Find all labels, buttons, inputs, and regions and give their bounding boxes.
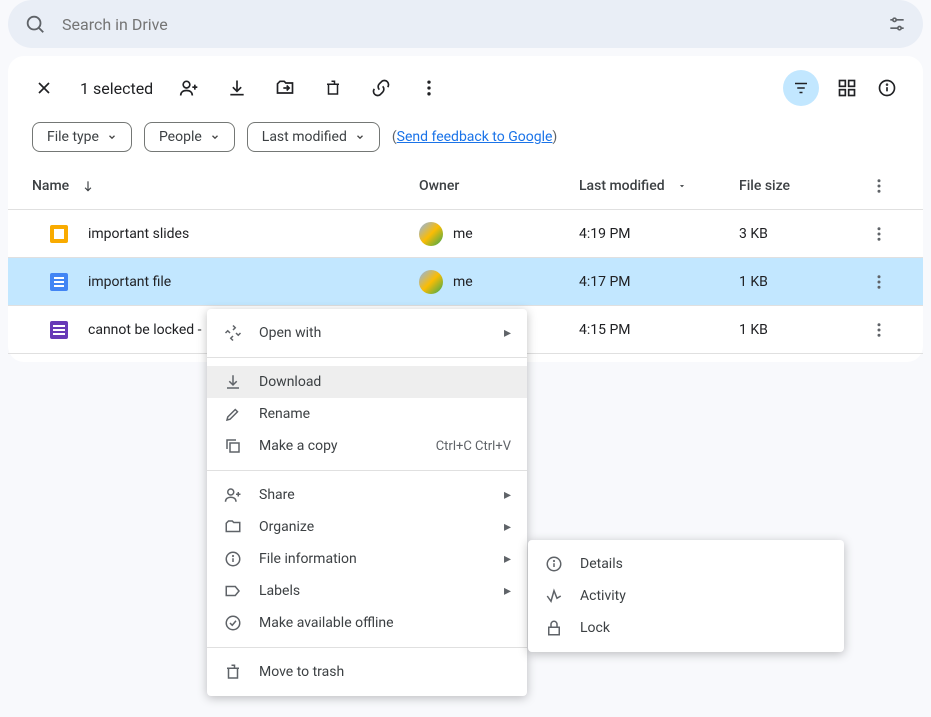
info-icon	[544, 554, 564, 574]
info-icon	[223, 549, 243, 569]
file-name: important file	[88, 274, 171, 290]
menu-divider	[207, 647, 527, 648]
docs-file-icon	[50, 273, 68, 291]
col-last-modified[interactable]: Last modified	[579, 178, 739, 194]
menu-make-copy[interactable]: Make a copy Ctrl+C Ctrl+V	[207, 430, 527, 462]
file-size: 1 KB	[739, 274, 859, 290]
chevron-right-icon: ▸	[504, 519, 511, 535]
trash-icon	[223, 662, 243, 682]
submenu-lock[interactable]: Lock	[528, 612, 844, 644]
chip-label: Last modified	[262, 129, 347, 145]
folder-icon	[223, 517, 243, 537]
submenu-details[interactable]: Details	[528, 548, 844, 580]
grid-view-icon[interactable]	[835, 76, 859, 100]
label-icon	[223, 581, 243, 601]
file-modified: 4:19 PM	[579, 226, 739, 242]
file-modified: 4:15 PM	[579, 322, 739, 338]
file-row[interactable]: important file me 4:17 PM 1 KB	[8, 258, 923, 306]
share-user-icon	[223, 485, 243, 505]
row-more-icon[interactable]	[859, 273, 899, 291]
chevron-right-icon: ▸	[504, 583, 511, 599]
col-file-size[interactable]: File size	[739, 178, 859, 194]
copy-icon	[223, 436, 243, 456]
row-more-icon[interactable]	[859, 321, 899, 339]
file-row[interactable]: important slides me 4:19 PM 3 KB	[8, 210, 923, 258]
offline-icon	[223, 613, 243, 633]
filter-toggle[interactable]	[783, 70, 819, 106]
share-user-icon[interactable]	[177, 76, 201, 100]
menu-organize[interactable]: Organize ▸	[207, 511, 527, 543]
chevron-right-icon: ▸	[504, 325, 511, 341]
avatar	[419, 222, 443, 246]
menu-labels[interactable]: Labels ▸	[207, 575, 527, 607]
forms-file-icon	[50, 321, 68, 339]
header-more-icon[interactable]	[859, 177, 899, 195]
close-icon[interactable]	[32, 76, 56, 100]
file-modified: 4:17 PM	[579, 274, 739, 290]
chevron-right-icon: ▸	[504, 551, 511, 567]
keyboard-shortcut: Ctrl+C Ctrl+V	[436, 439, 511, 454]
trash-icon[interactable]	[321, 76, 345, 100]
file-name: important slides	[88, 226, 189, 242]
file-name: cannot be locked -	[88, 322, 202, 338]
col-owner[interactable]: Owner	[419, 178, 579, 194]
activity-icon	[544, 586, 564, 606]
chip-label: People	[159, 129, 202, 145]
slides-file-icon	[50, 225, 68, 243]
context-menu: Open with ▸ Download Rename Make a copy …	[207, 309, 527, 696]
move-icon[interactable]	[273, 76, 297, 100]
chevron-right-icon: ▸	[504, 487, 511, 503]
menu-offline[interactable]: Make available offline	[207, 607, 527, 639]
menu-divider	[207, 357, 527, 358]
chip-file-type[interactable]: File type	[32, 122, 132, 152]
menu-download[interactable]: Download	[207, 366, 527, 398]
chip-people[interactable]: People	[144, 122, 235, 152]
search-bar[interactable]	[8, 0, 923, 48]
lock-icon	[544, 618, 564, 638]
open-with-icon	[223, 323, 243, 343]
chip-label: File type	[47, 129, 99, 145]
selection-toolbar: 1 selected	[8, 64, 923, 112]
filter-chips: File type People Last modified (Send fee…	[8, 112, 923, 162]
pencil-icon	[223, 404, 243, 424]
download-icon	[223, 372, 243, 392]
menu-share[interactable]: Share ▸	[207, 479, 527, 511]
avatar	[419, 270, 443, 294]
file-owner: me	[453, 226, 473, 242]
menu-file-information[interactable]: File information ▸	[207, 543, 527, 575]
search-input[interactable]	[62, 15, 887, 34]
download-icon[interactable]	[225, 76, 249, 100]
info-icon[interactable]	[875, 76, 899, 100]
menu-trash[interactable]: Move to trash	[207, 656, 527, 688]
row-more-icon[interactable]	[859, 225, 899, 243]
selected-count: 1 selected	[80, 79, 153, 98]
search-options-icon[interactable]	[887, 14, 907, 34]
link-icon[interactable]	[369, 76, 393, 100]
sort-arrow-icon	[81, 179, 95, 193]
search-icon	[24, 13, 46, 35]
col-name[interactable]: Name	[32, 178, 419, 194]
more-vert-icon[interactable]	[417, 76, 441, 100]
file-size: 1 KB	[739, 322, 859, 338]
table-header: Name Owner Last modified File size	[8, 162, 923, 210]
submenu-activity[interactable]: Activity	[528, 580, 844, 612]
menu-open-with[interactable]: Open with ▸	[207, 317, 527, 349]
feedback-text: (Send feedback to Google)	[392, 129, 557, 145]
context-submenu: Details Activity Lock	[528, 540, 844, 652]
file-owner: me	[453, 274, 473, 290]
file-size: 3 KB	[739, 226, 859, 242]
menu-rename[interactable]: Rename	[207, 398, 527, 430]
menu-divider	[207, 470, 527, 471]
feedback-link[interactable]: Send feedback to Google	[397, 129, 553, 145]
chip-last-modified[interactable]: Last modified	[247, 122, 380, 152]
